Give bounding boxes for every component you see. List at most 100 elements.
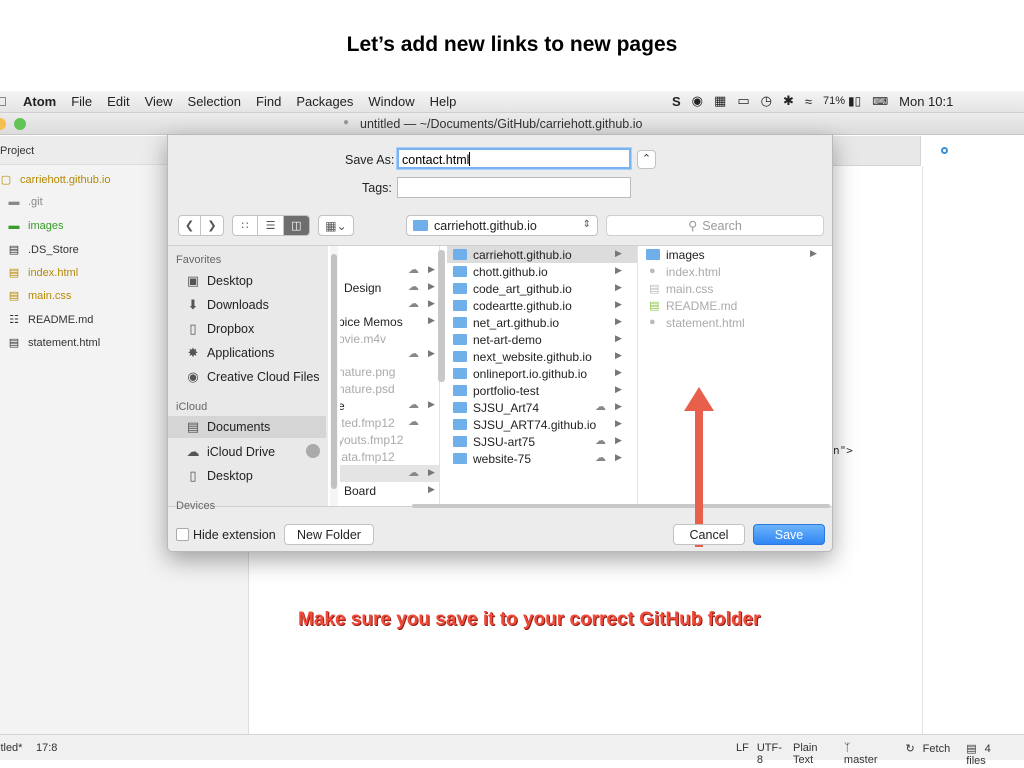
menu-app-atom[interactable]: Atom — [23, 94, 56, 109]
time-machine-icon[interactable]: ◷ — [761, 93, 772, 109]
keyboard-icon[interactable]: ⌨ — [872, 95, 888, 108]
folder-row[interactable]: portfolio-test ▶ — [447, 382, 637, 399]
sidebar-item-downloads[interactable]: ⬇ Downloads — [184, 297, 269, 313]
file-row[interactable]: ▤ main.css — [640, 280, 830, 297]
creative-cloud-icon[interactable]: ◉ — [692, 93, 703, 109]
sidebar-item-icloud-desktop[interactable]: ▯ Desktop — [184, 468, 252, 484]
new-folder-button[interactable]: New Folder — [284, 524, 374, 545]
list-item[interactable]: ovie.m4v — [340, 330, 439, 347]
menu-selection[interactable]: Selection — [188, 94, 241, 109]
status-encoding[interactable]: UTF-8 — [757, 742, 785, 767]
folder-row[interactable]: images ▶ — [640, 246, 830, 263]
menu-window[interactable]: Window — [368, 94, 414, 109]
tree-item-git[interactable]: ▬ .git — [8, 196, 43, 208]
status-files[interactable]: ▤ 4 files — [966, 742, 1016, 767]
folder-row-selected[interactable]: carriehott.github.io ▶ — [447, 246, 637, 263]
tree-item-ds-store[interactable]: ▤ .DS_Store — [8, 243, 79, 257]
minimize-button[interactable] — [0, 118, 6, 130]
tree-root-folder[interactable]: ▢ carriehott.github.io — [0, 173, 111, 187]
status-file-name[interactable]: itled* — [0, 742, 22, 754]
icon-view-button[interactable]: ∷ — [233, 216, 259, 235]
tree-item-index-html[interactable]: ▤ index.html — [8, 266, 78, 280]
code-text[interactable]: n"> — [833, 444, 853, 457]
cancel-button[interactable]: Cancel — [673, 524, 745, 545]
status-branch[interactable]: ᛉ master — [844, 742, 898, 767]
list-item[interactable]: Design ☁ ▶ — [340, 279, 439, 296]
list-view-button[interactable]: ☰ — [258, 216, 284, 235]
tree-item-statement-html[interactable]: ▤ statement.html — [8, 336, 100, 350]
folder-row[interactable]: codeartte.github.io ▶ — [447, 297, 637, 314]
folder-row[interactable]: next_website.github.io ▶ — [447, 348, 637, 365]
list-item[interactable]: nature.psd — [340, 380, 439, 397]
sync-s-icon[interactable]: S — [672, 94, 681, 109]
location-popup[interactable]: carriehott.github.io ⇕ — [406, 215, 598, 236]
menu-packages[interactable]: Packages — [296, 94, 353, 109]
horizontal-scrollbar[interactable] — [412, 504, 830, 508]
save-as-input[interactable]: contact.html — [397, 148, 631, 169]
menu-edit[interactable]: Edit — [107, 94, 129, 109]
menu-help[interactable]: Help — [430, 94, 457, 109]
list-item[interactable]: .ata.fmp12 — [340, 448, 439, 465]
column-view-button[interactable]: ◫ — [283, 216, 309, 235]
forward-button[interactable]: ❯ — [201, 216, 223, 235]
folder-row[interactable]: net_art.github.io ▶ — [447, 314, 637, 331]
sidebar-scrollbar[interactable] — [330, 246, 338, 506]
tree-item-readme[interactable]: ☷ README.md — [8, 313, 93, 327]
bluetooth-icon[interactable]: ✱ — [783, 93, 794, 109]
list-item[interactable]: nature.png — [340, 363, 439, 380]
list-item[interactable]: ☁ ▶ — [340, 346, 439, 363]
folder-row[interactable]: SJSU_Art74 ☁ ▶ — [447, 399, 637, 416]
sidebar-item-creative-cloud[interactable]: ◉ Creative Cloud Files — [184, 369, 319, 385]
airplay-icon[interactable]: ▭ — [737, 93, 749, 109]
sidebar-item-documents[interactable]: ▤ Documents — [168, 416, 326, 438]
sidebar-item-desktop[interactable]: ▣ Desktop — [184, 273, 253, 289]
tags-input[interactable] — [397, 177, 631, 198]
menu-view[interactable]: View — [145, 94, 173, 109]
folder-row[interactable]: SJSU-art75 ☁ ▶ — [447, 433, 637, 450]
list-item[interactable]: youts.fmp12 — [340, 431, 439, 448]
dock-icon[interactable]: ▦ — [714, 93, 726, 109]
status-fetch[interactable]: ↻ Fetch — [905, 742, 958, 767]
tree-item-main-css[interactable]: ▤ main.css — [8, 289, 72, 303]
folder-icon — [453, 351, 467, 362]
sidebar-item-applications[interactable]: ✸ Applications — [184, 345, 275, 361]
list-item[interactable]: pice Memos ▶ — [340, 313, 439, 330]
tree-item-images[interactable]: ▬ images — [8, 220, 64, 232]
save-button[interactable]: Save — [753, 524, 825, 545]
folder-row[interactable]: SJSU_ART74.github.io ▶ — [447, 416, 637, 433]
status-grammar[interactable]: Plain Text — [793, 742, 836, 767]
scrollbar-thumb[interactable] — [331, 254, 337, 489]
arrange-button[interactable]: ▦⌄ — [318, 215, 354, 236]
list-item[interactable]: ☁ ▶ — [340, 262, 439, 279]
folder-row[interactable]: net-art-demo ▶ — [447, 331, 637, 348]
menu-find[interactable]: Find — [256, 94, 281, 109]
sidebar-item-dropbox[interactable]: ▯ Dropbox — [184, 321, 254, 337]
folder-row[interactable]: onlineport.io.github.io ▶ — [447, 365, 637, 382]
list-item[interactable]: ☁ ▶ — [340, 296, 439, 313]
file-row[interactable]: ● statement.html — [640, 314, 830, 331]
search-field[interactable]: ⚲ Search — [606, 215, 824, 236]
hide-extension-checkbox[interactable] — [176, 528, 189, 541]
status-cursor-position[interactable]: 17:8 — [36, 742, 57, 754]
expand-dialog-button[interactable]: ⌃ — [637, 150, 656, 169]
menu-file[interactable]: File — [71, 94, 92, 109]
back-button[interactable]: ❮ — [179, 216, 201, 235]
file-row[interactable]: ● index.html — [640, 263, 830, 280]
wifi-icon[interactable]: ≈ — [805, 94, 812, 109]
zoom-button[interactable] — [14, 118, 26, 130]
menubar-clock[interactable]: Mon 10:1 — [899, 94, 953, 109]
list-item[interactable]: e ☁ ▶ — [340, 397, 439, 414]
list-item[interactable]: .ted.fmp12 ☁ — [340, 414, 439, 431]
apple-icon[interactable]:  — [0, 94, 7, 109]
battery-icon[interactable]: ▮▯ — [848, 94, 861, 108]
list-item[interactable]: ☁ ▶ — [340, 465, 439, 482]
sidebar-item-icloud-drive[interactable]: ☁ iCloud Drive — [184, 444, 276, 460]
column-scrollbar[interactable] — [438, 250, 445, 382]
folder-row[interactable]: code_art_github.io ▶ — [447, 280, 637, 297]
status-line-ending[interactable]: LF — [736, 742, 749, 767]
file-row[interactable]: ▤ README.md — [640, 297, 830, 314]
folder-row[interactable]: website-75 ☁ ▶ — [447, 450, 637, 467]
folder-row[interactable]: chott.github.io ▶ — [447, 263, 637, 280]
list-item[interactable]: Board ▶ — [340, 482, 439, 499]
tab-untitled[interactable] — [920, 136, 1024, 166]
